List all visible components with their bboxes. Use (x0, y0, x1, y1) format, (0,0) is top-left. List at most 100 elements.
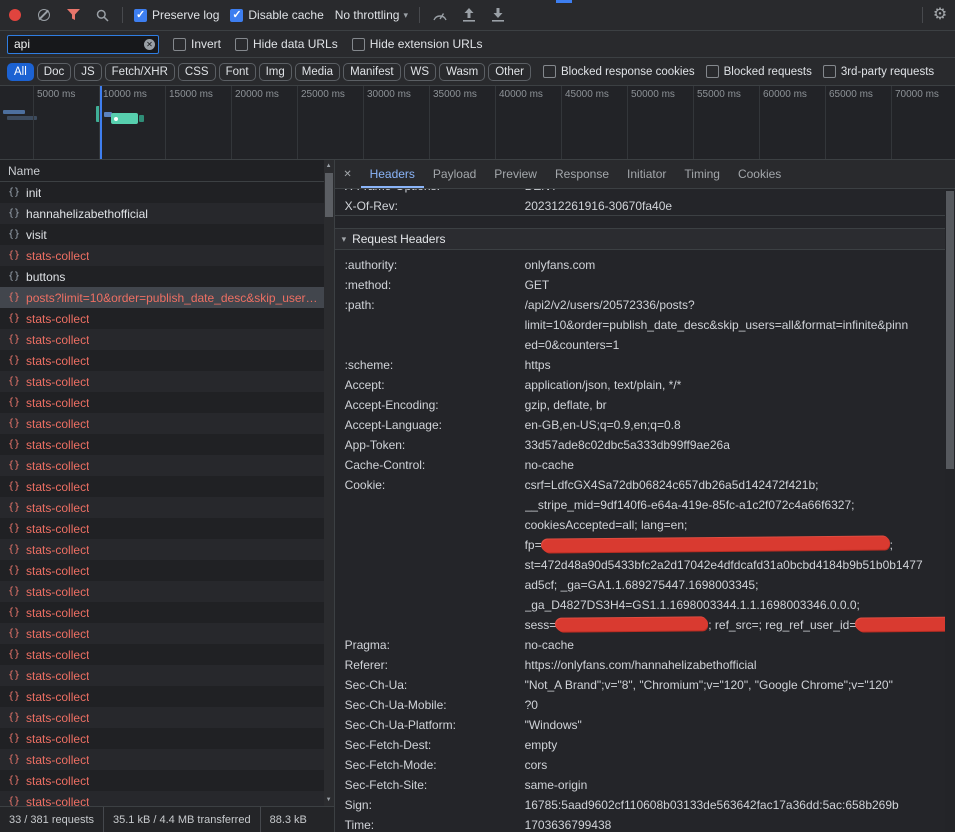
filter-chip-js[interactable]: JS (74, 63, 101, 81)
blocked-response-cookies-checkbox[interactable]: Blocked response cookies (543, 65, 695, 78)
close-icon[interactable]: ✕ (335, 160, 361, 188)
blocked-requests-checkbox[interactable]: Blocked requests (706, 65, 812, 78)
scroll-down-icon[interactable]: ▼ (324, 797, 334, 803)
search-button[interactable] (93, 6, 111, 24)
header-row: Accept-Encoding:gzip, deflate, br (335, 395, 955, 415)
record-button[interactable] (6, 6, 24, 24)
request-row[interactable]: {}visit (0, 224, 334, 245)
tab-headers[interactable]: Headers (361, 160, 424, 188)
filter-chip-fetch-xhr[interactable]: Fetch/XHR (105, 63, 175, 81)
filter-chip-wasm[interactable]: Wasm (439, 63, 485, 81)
request-row[interactable]: {}buttons (0, 266, 334, 287)
timeline-gridline (693, 86, 694, 159)
hide-extension-urls-checkbox[interactable]: Hide extension URLs (352, 37, 483, 51)
request-row[interactable]: {}stats-collect (0, 329, 334, 350)
timeline-label: 65000 ms (829, 89, 873, 100)
request-row[interactable]: {}stats-collect (0, 308, 334, 329)
request-name: stats-collect (26, 774, 89, 788)
request-row[interactable]: {}stats-collect (0, 686, 334, 707)
3rd-party-requests-input[interactable] (823, 65, 836, 78)
blocked-requests-input[interactable] (706, 65, 719, 78)
json-icon: {} (8, 376, 20, 387)
tab-payload[interactable]: Payload (424, 160, 485, 188)
hide-data-urls-checkbox[interactable]: Hide data URLs (235, 37, 338, 51)
request-row[interactable]: {}stats-collect (0, 245, 334, 266)
header-value-line: ad5cf; _ga=GA1.1.689275447.1698003345; (525, 575, 939, 595)
filter-chip-img[interactable]: Img (259, 63, 292, 81)
request-row[interactable]: {}hannahelizabethofficial (0, 203, 334, 224)
3rd-party-requests-checkbox[interactable]: 3rd-party requests (823, 65, 934, 78)
tab-initiator[interactable]: Initiator (618, 160, 675, 188)
disable-cache-input[interactable] (230, 9, 243, 22)
scrollbar-thumb[interactable] (325, 173, 333, 217)
tab-cookies[interactable]: Cookies (729, 160, 790, 188)
network-conditions-icon (432, 9, 448, 21)
request-row[interactable]: {}stats-collect (0, 434, 334, 455)
scrollbar-thumb[interactable] (946, 191, 954, 469)
request-row[interactable]: {}stats-collect (0, 518, 334, 539)
throttling-dropdown[interactable]: No throttling ▾ (335, 8, 408, 22)
request-row[interactable]: {}stats-collect (0, 539, 334, 560)
header-value: cors (525, 755, 955, 775)
request-row[interactable]: {}stats-collect (0, 623, 334, 644)
request-row[interactable]: {}stats-collect (0, 581, 334, 602)
header-name: Time: (335, 815, 525, 832)
request-row[interactable]: {}stats-collect (0, 728, 334, 749)
filter-chip-font[interactable]: Font (219, 63, 256, 81)
clear-filter-icon[interactable]: ✕ (144, 39, 155, 50)
request-row[interactable]: {}stats-collect (0, 455, 334, 476)
hide-data-urls-input[interactable] (235, 38, 248, 51)
filter-toggle-button[interactable] (64, 6, 82, 24)
filter-chip-all[interactable]: All (7, 63, 34, 81)
settings-gear-icon[interactable]: ⚙ (931, 6, 949, 24)
request-row[interactable]: {}stats-collect (0, 644, 334, 665)
request-headers-section[interactable]: ▾ Request Headers (335, 228, 955, 250)
request-row[interactable]: {}stats-collect (0, 560, 334, 581)
network-conditions-button[interactable] (431, 6, 449, 24)
request-row[interactable]: {}stats-collect (0, 707, 334, 728)
request-row[interactable]: {}stats-collect (0, 350, 334, 371)
header-row: Accept:application/json, text/plain, */* (335, 375, 955, 395)
export-har-button[interactable] (489, 6, 507, 24)
filter-chip-media[interactable]: Media (295, 63, 340, 81)
filter-input[interactable] (7, 35, 159, 54)
request-row[interactable]: {}posts?limit=10&order=publish_date_desc… (0, 287, 334, 308)
tab-preview[interactable]: Preview (485, 160, 546, 188)
preserve-log-checkbox[interactable]: Preserve log (134, 8, 219, 22)
filter-chip-doc[interactable]: Doc (37, 63, 71, 81)
download-icon (492, 8, 504, 22)
request-row[interactable]: {}stats-collect (0, 413, 334, 434)
request-row[interactable]: {}stats-collect (0, 392, 334, 413)
request-row[interactable]: {}stats-collect (0, 770, 334, 791)
request-row[interactable]: {}init (0, 182, 334, 203)
blocked-response-cookies-input[interactable] (543, 65, 556, 78)
timeline-overview[interactable]: 5000 ms10000 ms15000 ms20000 ms25000 ms3… (0, 86, 955, 160)
filter-chip-manifest[interactable]: Manifest (343, 63, 400, 81)
request-row[interactable]: {}stats-collect (0, 371, 334, 392)
scroll-up-icon[interactable]: ▲ (324, 163, 334, 169)
filter-chip-ws[interactable]: WS (404, 63, 437, 81)
name-column-header[interactable]: Name (0, 160, 334, 182)
header-row: Cache-Control:no-cache (335, 455, 955, 475)
json-icon: {} (8, 733, 20, 744)
request-row[interactable]: {}stats-collect (0, 476, 334, 497)
invert-checkbox[interactable]: Invert (173, 37, 221, 51)
request-row[interactable]: {}stats-collect (0, 665, 334, 686)
filter-chip-other[interactable]: Other (488, 63, 531, 81)
invert-input[interactable] (173, 38, 186, 51)
disable-cache-checkbox[interactable]: Disable cache (230, 8, 323, 22)
hide-extension-urls-input[interactable] (352, 38, 365, 51)
request-row[interactable]: {}stats-collect (0, 749, 334, 770)
preserve-log-input[interactable] (134, 9, 147, 22)
requests-scrollbar[interactable]: ▲ ▼ (324, 160, 334, 806)
import-har-button[interactable] (460, 6, 478, 24)
request-row[interactable]: {}stats-collect (0, 791, 334, 806)
tab-timing[interactable]: Timing (675, 160, 729, 188)
request-row[interactable]: {}stats-collect (0, 497, 334, 518)
clear-button[interactable] (35, 6, 53, 24)
request-row[interactable]: {}stats-collect (0, 602, 334, 623)
detail-scrollbar[interactable] (945, 189, 955, 832)
tab-response[interactable]: Response (546, 160, 618, 188)
network-toolbar: Preserve log Disable cache No throttling… (0, 0, 955, 31)
filter-chip-css[interactable]: CSS (178, 63, 216, 81)
